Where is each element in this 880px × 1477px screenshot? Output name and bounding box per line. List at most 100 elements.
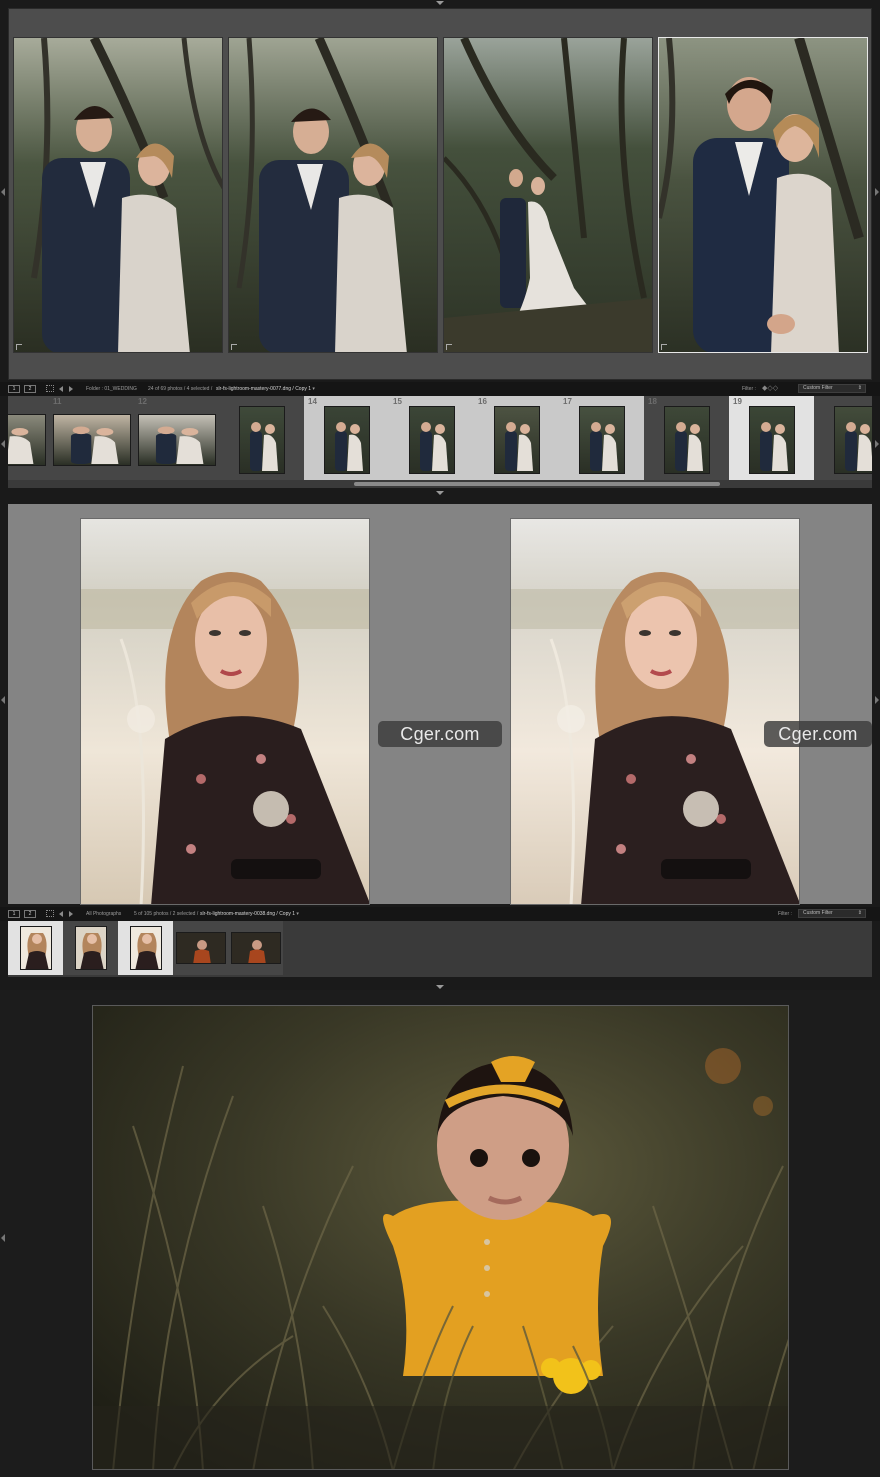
survey-view — [8, 8, 872, 380]
filmstrip-thumbnail[interactable] — [52, 414, 131, 466]
survey-photo-4[interactable] — [658, 37, 868, 353]
filmstrip-scrollbar[interactable] — [354, 482, 720, 486]
filter-select[interactable]: Custom Filter ⇕ — [798, 384, 866, 393]
source-label[interactable]: Folder : 01_WEDDING — [86, 386, 137, 392]
survey-photo-1[interactable] — [13, 37, 223, 353]
left-panel-toggle-icon[interactable] — [1, 696, 5, 704]
flag-icon[interactable] — [16, 344, 22, 350]
filename-label[interactable]: slr-fs-lightroom-mastery-0038.dng / Copy… — [200, 911, 299, 917]
filter-select[interactable]: Custom Filter ⇕ — [798, 909, 866, 918]
filename-label[interactable]: slr-fs-lightroom-mastery-0077.dng / Copy… — [216, 386, 315, 392]
secondary-window-button[interactable]: 2 — [24, 910, 36, 918]
filmstrip-thumbnail[interactable] — [833, 406, 872, 474]
cell-number: 17 — [563, 397, 572, 406]
filmstrip-thumbnail[interactable] — [323, 406, 370, 474]
filmstrip-thumbnail[interactable] — [578, 406, 625, 474]
survey-photo-2[interactable] — [228, 37, 438, 353]
flag-filter-icons[interactable]: ◆◇◇ — [762, 384, 778, 392]
cell-number: 19 — [733, 397, 742, 406]
survey-photo-3[interactable] — [443, 37, 653, 353]
cell-number: 16 — [478, 397, 487, 406]
filmstrip-thumbnail[interactable] — [129, 926, 162, 970]
cell-number: 15 — [393, 397, 402, 406]
flag-icon[interactable] — [446, 344, 452, 350]
compare-select-photo[interactable] — [80, 518, 370, 905]
filter-label: Filter : — [778, 911, 792, 917]
cell-number: 18 — [648, 397, 657, 406]
filmstrip-thumbnail[interactable] — [19, 926, 52, 970]
source-label[interactable]: All Photographs — [86, 911, 121, 917]
filmstrip: 11 12 14 15 16 17 18 19 — [8, 396, 872, 488]
filmstrip-cell[interactable] — [173, 921, 228, 975]
filmstrip-cell[interactable]: 19 — [729, 396, 814, 480]
filmstrip-cell[interactable] — [63, 921, 118, 975]
filmstrip-thumbnail[interactable] — [8, 414, 46, 466]
filmstrip-toggle-icon[interactable] — [436, 985, 444, 989]
main-window-button[interactable]: 1 — [8, 385, 20, 393]
cell-number: 11 — [53, 397, 62, 406]
filmstrip-cell[interactable] — [8, 921, 63, 975]
photo-count: 5 of 105 photos / 2 selected / — [134, 911, 199, 917]
grid-view-icon[interactable] — [46, 385, 54, 392]
filmstrip-toolbar: 1 2 Folder : 01_WEDDING 24 of 69 photos … — [0, 382, 880, 396]
couple-photo-image — [14, 38, 222, 352]
filmstrip-cell[interactable]: 14 — [304, 396, 389, 480]
filmstrip-cell[interactable] — [814, 396, 872, 480]
filmstrip-cell[interactable]: 12 — [134, 396, 219, 480]
couple-closeup-image — [659, 38, 867, 352]
main-window-button[interactable]: 1 — [8, 910, 20, 918]
top-panel-toggle-icon[interactable] — [436, 1, 444, 5]
filmstrip-toggle-icon[interactable] — [436, 491, 444, 495]
filmstrip-cell[interactable] — [228, 921, 283, 975]
photo-count: 24 of 69 photos / 4 selected / — [148, 386, 213, 392]
back-arrow-icon[interactable] — [59, 911, 63, 917]
couple-forest-wide-image — [444, 38, 652, 352]
left-panel-toggle-icon[interactable] — [1, 188, 5, 196]
filmstrip — [8, 921, 872, 977]
filmstrip-thumbnail[interactable] — [230, 932, 281, 964]
portrait-woman-image — [81, 519, 369, 904]
compare-panel: Cger.com Cger.com 1 2 All Photographs 5 … — [0, 496, 880, 990]
filmstrip-thumbnail[interactable] — [74, 926, 107, 970]
filmstrip-cell[interactable]: 16 — [474, 396, 559, 480]
flag-icon[interactable] — [231, 344, 237, 350]
filmstrip-thumbnail[interactable] — [748, 406, 795, 474]
watermark-label: Cger.com — [764, 721, 872, 747]
forward-arrow-icon[interactable] — [69, 386, 73, 392]
portrait-woman-image — [511, 519, 799, 904]
filmstrip-cell[interactable]: 15 — [389, 396, 474, 480]
filmstrip-thumbnail[interactable] — [408, 406, 455, 474]
forward-arrow-icon[interactable] — [69, 911, 73, 917]
right-panel-toggle-icon[interactable] — [875, 696, 879, 704]
couple-photo-image — [229, 38, 437, 352]
filmstrip-right-toggle-icon[interactable] — [875, 440, 879, 448]
filmstrip-cell[interactable]: 18 — [644, 396, 729, 480]
secondary-window-button[interactable]: 2 — [24, 385, 36, 393]
loupe-panel — [0, 990, 880, 1477]
filmstrip-thumbnail[interactable] — [238, 406, 285, 474]
cell-number: 12 — [138, 397, 147, 406]
filmstrip-thumbnail[interactable] — [175, 932, 226, 964]
compare-view: Cger.com Cger.com — [8, 504, 872, 905]
filmstrip-thumbnail[interactable] — [663, 406, 710, 474]
filmstrip-cell[interactable]: 17 — [559, 396, 644, 480]
watermark-label: Cger.com — [378, 721, 502, 747]
cell-number: 14 — [308, 397, 317, 406]
filmstrip-cell[interactable] — [8, 396, 49, 480]
filter-label: Filter : — [742, 386, 756, 392]
flag-icon[interactable] — [661, 344, 667, 350]
left-panel-toggle-icon[interactable] — [1, 1234, 5, 1242]
filmstrip-left-toggle-icon[interactable] — [1, 440, 5, 448]
filmstrip-thumbnail[interactable] — [493, 406, 540, 474]
right-panel-toggle-icon[interactable] — [875, 188, 879, 196]
survey-panel: 1 2 Folder : 01_WEDDING 24 of 69 photos … — [0, 0, 880, 496]
compare-candidate-photo[interactable] — [510, 518, 800, 905]
loupe-photo[interactable] — [92, 1005, 789, 1470]
filmstrip-cell[interactable]: 11 — [49, 396, 134, 480]
back-arrow-icon[interactable] — [59, 386, 63, 392]
grid-view-icon[interactable] — [46, 910, 54, 917]
filmstrip-thumbnail[interactable] — [137, 414, 216, 466]
child-in-grass-image — [93, 1006, 788, 1469]
filmstrip-cell[interactable] — [118, 921, 173, 975]
filmstrip-cell[interactable] — [219, 396, 304, 480]
